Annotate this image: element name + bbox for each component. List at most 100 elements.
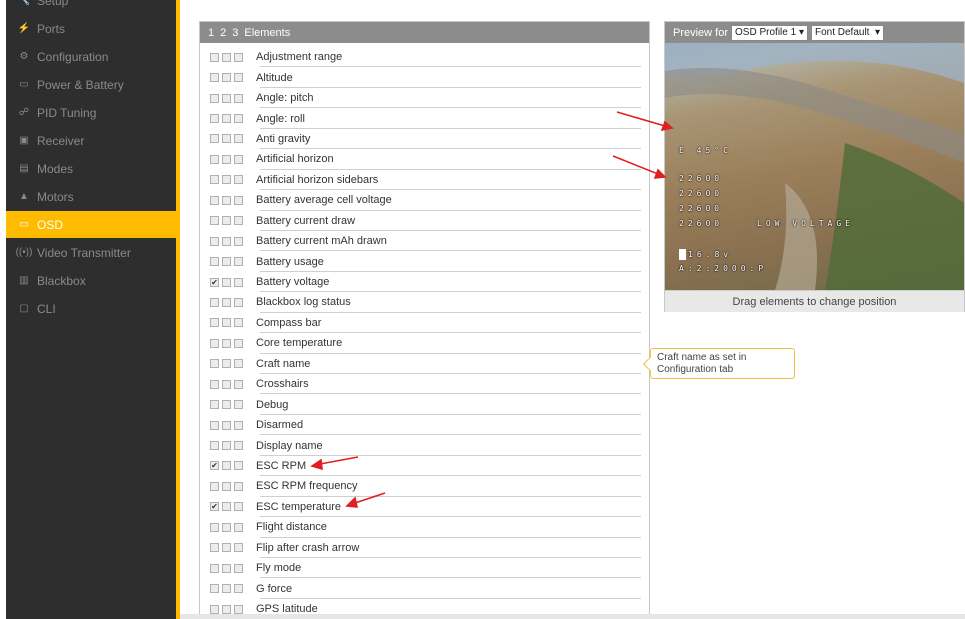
- sidebar-item-blackbox[interactable]: ▥ Blackbox: [6, 267, 178, 294]
- profile-2-checkbox[interactable]: [222, 543, 231, 553]
- profile-1-checkbox[interactable]: ✔: [210, 461, 219, 471]
- profile-1-checkbox[interactable]: [210, 297, 219, 307]
- profile-3-checkbox[interactable]: [234, 318, 243, 328]
- osd-esc-rpm-4[interactable]: 22600: [679, 219, 723, 228]
- profile-1-checkbox[interactable]: [210, 318, 219, 328]
- profile-1-checkbox[interactable]: [210, 175, 219, 185]
- profile-2-checkbox[interactable]: [222, 420, 231, 430]
- profile-1-checkbox[interactable]: ✔: [210, 502, 219, 512]
- profile-3-checkbox[interactable]: [234, 257, 243, 267]
- profile-3-checkbox[interactable]: [234, 522, 243, 532]
- profile-3-checkbox[interactable]: [234, 420, 243, 430]
- horizontal-scrollbar[interactable]: [180, 614, 965, 619]
- profile-2-checkbox[interactable]: [222, 338, 231, 348]
- profile-1-checkbox[interactable]: [210, 563, 219, 573]
- osd-battery-voltage[interactable]: 16.8v: [679, 249, 732, 260]
- osd-timer[interactable]: A:2:2000:P: [679, 264, 767, 273]
- profile-1-checkbox[interactable]: [210, 154, 219, 164]
- profile-3-checkbox[interactable]: [234, 563, 243, 573]
- profile-1-checkbox[interactable]: [210, 441, 219, 451]
- profile-3-checkbox[interactable]: [234, 481, 243, 491]
- profile-1-checkbox[interactable]: [210, 73, 219, 83]
- sidebar-item-video-transmitter[interactable]: ((•)) Video Transmitter: [6, 239, 178, 266]
- sidebar-item-power-battery[interactable]: ▭ Power & Battery: [6, 71, 178, 98]
- sidebar-item-ports[interactable]: ⚡ Ports: [6, 15, 178, 42]
- osd-esc-temp[interactable]: E 45°C: [679, 146, 732, 155]
- profile-3-checkbox[interactable]: [234, 359, 243, 369]
- profile-1-checkbox[interactable]: [210, 420, 219, 430]
- profile-2-checkbox[interactable]: [222, 216, 231, 226]
- profile-3-checkbox[interactable]: [234, 134, 243, 144]
- profile-3-checkbox[interactable]: [234, 297, 243, 307]
- profile-2-checkbox[interactable]: [222, 563, 231, 573]
- profile-1-checkbox[interactable]: [210, 134, 219, 144]
- profile-2-checkbox[interactable]: [222, 584, 231, 594]
- profile-3-checkbox[interactable]: [234, 379, 243, 389]
- profile-2-checkbox[interactable]: [222, 502, 231, 512]
- osd-esc-rpm-1[interactable]: 22600: [679, 174, 723, 183]
- profile-3-checkbox[interactable]: [234, 154, 243, 164]
- profile-2-checkbox[interactable]: [222, 359, 231, 369]
- profile-2-checkbox[interactable]: [222, 52, 231, 62]
- profile-1-checkbox[interactable]: [210, 522, 219, 532]
- profile-2-checkbox[interactable]: [222, 175, 231, 185]
- profile-2-checkbox[interactable]: [222, 277, 231, 287]
- profile-3-checkbox[interactable]: [234, 461, 243, 471]
- profile-1-checkbox[interactable]: [210, 604, 219, 614]
- profile-2-checkbox[interactable]: [222, 297, 231, 307]
- profile-3-checkbox[interactable]: [234, 502, 243, 512]
- profile-3-checkbox[interactable]: [234, 543, 243, 553]
- osd-preview-image[interactable]: E 45°C 22600 22600 22600 22600 LOW VOLTA…: [665, 43, 964, 290]
- sidebar-item-cli[interactable]: ▢ CLI: [6, 295, 178, 322]
- profile-3-checkbox[interactable]: [234, 584, 243, 594]
- profile-3-checkbox[interactable]: [234, 73, 243, 83]
- profile-1-checkbox[interactable]: [210, 359, 219, 369]
- profile-2-checkbox[interactable]: [222, 236, 231, 246]
- profile-2-checkbox[interactable]: [222, 93, 231, 103]
- sidebar-item-osd[interactable]: ▭ OSD: [6, 211, 178, 238]
- profile-2-checkbox[interactable]: [222, 134, 231, 144]
- profile-2-checkbox[interactable]: [222, 257, 231, 267]
- osd-low-voltage-warning[interactable]: LOW VOLTAGE: [757, 219, 854, 228]
- profile-1-checkbox[interactable]: [210, 216, 219, 226]
- profile-1-checkbox[interactable]: [210, 52, 219, 62]
- profile-2-checkbox[interactable]: [222, 114, 231, 124]
- profile-2-checkbox[interactable]: [222, 73, 231, 83]
- sidebar-item-setup[interactable]: 🔧 Setup: [6, 0, 178, 14]
- profile-3-checkbox[interactable]: [234, 114, 243, 124]
- profile-1-checkbox[interactable]: [210, 195, 219, 205]
- profile-1-checkbox[interactable]: [210, 400, 219, 410]
- profile-1-checkbox[interactable]: [210, 584, 219, 594]
- profile-1-checkbox[interactable]: [210, 379, 219, 389]
- profile-1-checkbox[interactable]: [210, 257, 219, 267]
- profile-tab-1[interactable]: 1: [208, 27, 214, 39]
- osd-esc-rpm-2[interactable]: 22600: [679, 189, 723, 198]
- sidebar-item-motors[interactable]: ▲ Motors: [6, 183, 178, 210]
- profile-2-checkbox[interactable]: [222, 400, 231, 410]
- profile-3-checkbox[interactable]: [234, 195, 243, 205]
- profile-3-checkbox[interactable]: [234, 216, 243, 226]
- profile-1-checkbox[interactable]: [210, 481, 219, 491]
- profile-3-checkbox[interactable]: [234, 93, 243, 103]
- sidebar-item-pid-tuning[interactable]: ☍ PID Tuning: [6, 99, 178, 126]
- profile-tab-3[interactable]: 3: [232, 27, 238, 39]
- profile-2-checkbox[interactable]: [222, 522, 231, 532]
- profile-3-checkbox[interactable]: [234, 277, 243, 287]
- sidebar-item-configuration[interactable]: ⚙ Configuration: [6, 43, 178, 70]
- profile-2-checkbox[interactable]: [222, 441, 231, 451]
- osd-profile-select[interactable]: OSD Profile 1 ▾: [731, 24, 808, 41]
- profile-2-checkbox[interactable]: [222, 604, 231, 614]
- profile-3-checkbox[interactable]: [234, 175, 243, 185]
- profile-2-checkbox[interactable]: [222, 461, 231, 471]
- profile-3-checkbox[interactable]: [234, 441, 243, 451]
- profile-3-checkbox[interactable]: [234, 236, 243, 246]
- osd-esc-rpm-3[interactable]: 22600: [679, 204, 723, 213]
- sidebar-item-modes[interactable]: ▤ Modes: [6, 155, 178, 182]
- profile-2-checkbox[interactable]: [222, 154, 231, 164]
- profile-3-checkbox[interactable]: [234, 338, 243, 348]
- profile-3-checkbox[interactable]: [234, 604, 243, 614]
- profile-1-checkbox[interactable]: [210, 236, 219, 246]
- profile-1-checkbox[interactable]: [210, 114, 219, 124]
- profile-1-checkbox[interactable]: [210, 543, 219, 553]
- profile-2-checkbox[interactable]: [222, 481, 231, 491]
